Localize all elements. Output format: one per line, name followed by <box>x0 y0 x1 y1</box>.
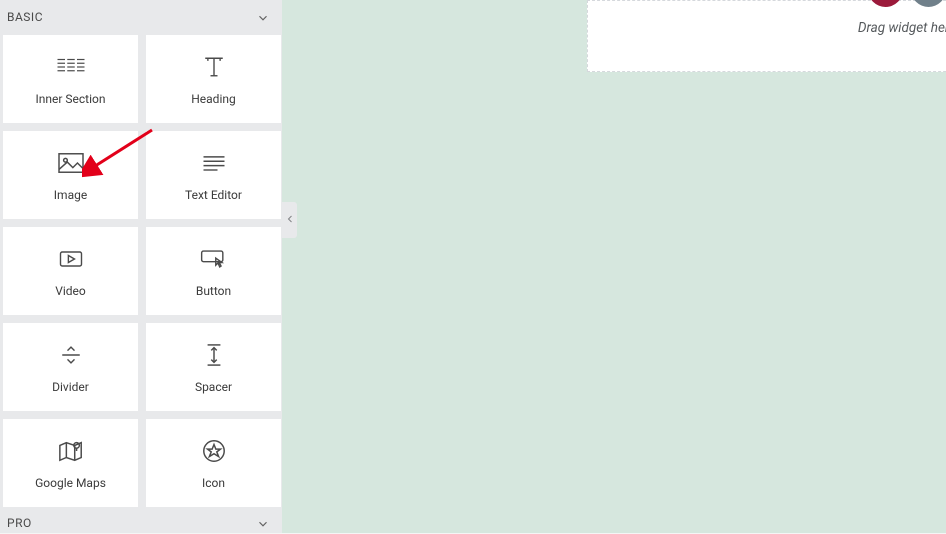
widget-heading[interactable]: Heading <box>146 35 281 123</box>
chevron-left-icon <box>284 213 296 228</box>
widget-image[interactable]: Image <box>3 131 138 219</box>
widget-spacer[interactable]: Spacer <box>146 323 281 411</box>
widget-inner-section[interactable]: Inner Section <box>3 35 138 123</box>
divider-icon <box>56 340 86 370</box>
widget-label: Icon <box>202 476 225 490</box>
widget-label: Spacer <box>195 380 232 394</box>
add-section-button[interactable] <box>868 0 903 7</box>
widget-label: Divider <box>52 380 89 394</box>
widget-label: Text Editor <box>185 188 242 202</box>
button-icon <box>199 244 229 274</box>
add-template-button[interactable] <box>911 0 946 7</box>
dropzone-hint: Drag widget here <box>858 20 946 36</box>
sidebar-collapse-handle[interactable] <box>282 202 297 238</box>
widget-label: Google Maps <box>35 476 106 490</box>
widget-label: Video <box>55 284 86 298</box>
widget-divider[interactable]: Divider <box>3 323 138 411</box>
widget-grid: Inner Section Heading <box>0 34 282 513</box>
widget-icon[interactable]: Icon <box>146 419 281 507</box>
category-header-basic[interactable]: BASIC <box>0 0 282 34</box>
widget-google-maps[interactable]: Google Maps <box>3 419 138 507</box>
heading-icon <box>199 52 229 82</box>
dropzone-buttons <box>868 0 946 7</box>
editor-canvas[interactable]: Drag widget here <box>282 0 946 533</box>
widget-text-editor[interactable]: Text Editor <box>146 131 281 219</box>
spacer-icon <box>199 340 229 370</box>
chevron-down-icon <box>256 11 268 23</box>
inner-section-icon <box>56 52 86 82</box>
text-editor-icon <box>199 148 229 178</box>
category-label: PRO <box>7 516 32 530</box>
widget-button[interactable]: Button <box>146 227 281 315</box>
google-maps-icon <box>56 436 86 466</box>
widget-sidebar: BASIC Inner Section <box>0 0 282 533</box>
widget-label: Heading <box>191 92 236 106</box>
video-icon <box>56 244 86 274</box>
icon-icon <box>199 436 229 466</box>
category-header-pro[interactable]: PRO <box>0 513 282 533</box>
category-label: BASIC <box>7 10 43 24</box>
widget-label: Button <box>196 284 231 298</box>
image-icon <box>56 148 86 178</box>
dropzone[interactable]: Drag widget here <box>587 0 946 72</box>
chevron-down-icon <box>256 517 268 529</box>
widget-video[interactable]: Video <box>3 227 138 315</box>
widget-label: Image <box>54 188 87 202</box>
widget-label: Inner Section <box>35 92 105 106</box>
